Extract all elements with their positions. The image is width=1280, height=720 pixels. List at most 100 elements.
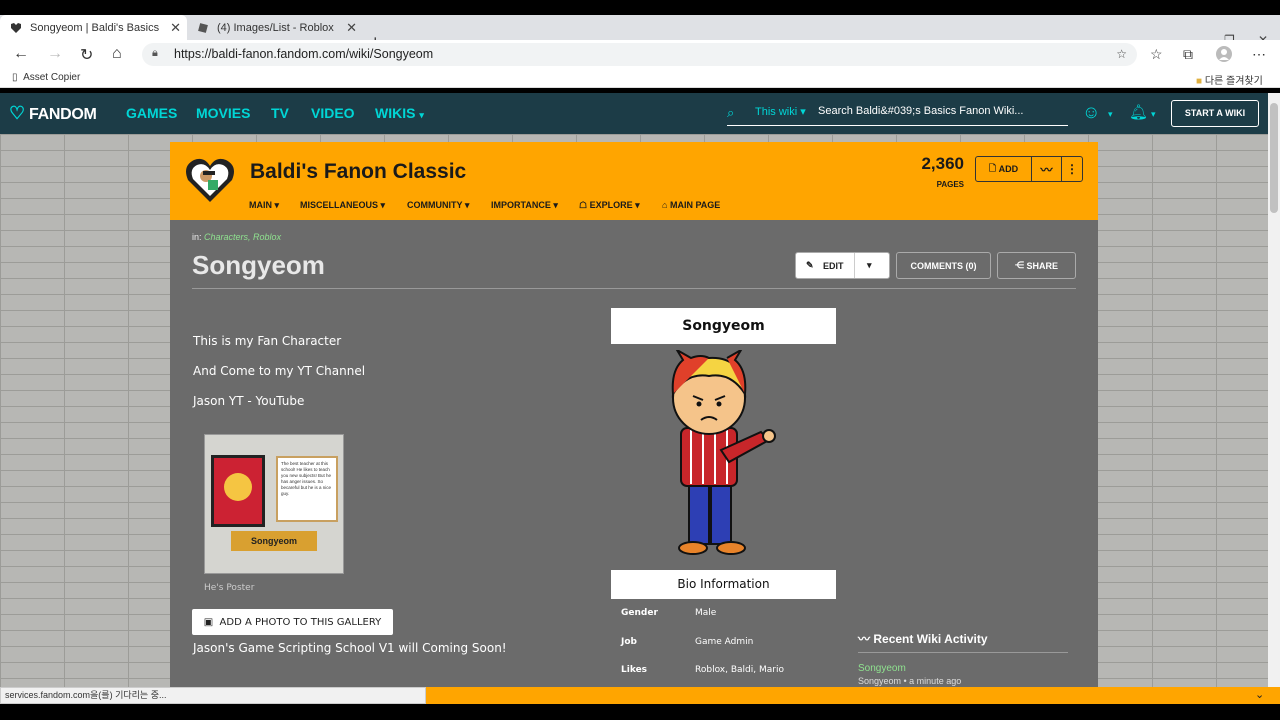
activity-item-meta: Songyeom • a minute ago [858, 676, 962, 686]
bell-icon[interactable]: 🔔︎ [1129, 103, 1148, 121]
wiki-nav-miscellaneous[interactable]: MISCELLANEOUS ▾ [300, 200, 385, 211]
recent-activity: 〰 Recent Wiki Activity Songyeom Songyeom… [858, 630, 1068, 686]
roblox-favicon-icon [197, 22, 209, 34]
search-scope-dropdown[interactable]: This wiki ▾ [755, 105, 806, 118]
wiki-nav-main-page[interactable]: ⌂ MAIN PAGE [662, 200, 720, 210]
footer-note: Jason's Game Scripting School V1 will Co… [193, 641, 507, 655]
wiki-nav-explore[interactable]: ☖ EXPLORE ▾ [579, 200, 640, 211]
nav-wikis[interactable]: WIKIS ▾ [375, 105, 424, 121]
recent-activity-heading: 〰 Recent Wiki Activity [858, 630, 1068, 653]
chevron-down-icon: ▾ [419, 110, 424, 120]
character-image[interactable] [611, 347, 836, 566]
more-options-button[interactable]: ⋮ [1062, 157, 1082, 181]
url-text: https://baldi-fanon.fandom.com/wiki/Song… [174, 47, 434, 61]
add-button[interactable]: 🗋︎ ADD [976, 157, 1032, 181]
breadcrumb: in: Characters, Roblox [192, 232, 282, 242]
add-photo-button[interactable]: ▣ ADD A PHOTO TO THIS GALLERY [192, 609, 393, 635]
page-scrollbar[interactable] [1268, 93, 1280, 687]
forward-icon[interactable]: → [47, 45, 63, 63]
favorites-icon[interactable]: ☆ [1150, 46, 1163, 63]
comments-button[interactable]: COMMENTS (0) [896, 252, 991, 279]
nav-tv[interactable]: TV [271, 105, 289, 121]
share-icon: ⋲ [1014, 260, 1024, 270]
poster-name: Songyeom [250, 536, 297, 546]
user-icon[interactable]: ☺ [1082, 102, 1100, 123]
chevron-down-icon[interactable]: ⌄ [1255, 688, 1264, 701]
favorite-asset-copier[interactable]: ▯ Asset Copier [12, 72, 80, 83]
bottom-bar: services.fandom.com을(를) 기다리는 중... ⌄ [0, 687, 1280, 704]
wiki-actions: 🗋︎ ADD 〰 ⋮ [975, 156, 1083, 182]
infobox-section-header: Bio Information [611, 570, 836, 599]
pencil-icon: ✎ [806, 260, 814, 270]
youtube-link[interactable]: Jason YT - YouTube [193, 394, 304, 408]
fandom-global-nav: ♡ FANDOM GAMES MOVIES TV VIDEO WIKIS ▾ ⌕… [0, 93, 1268, 134]
activity-icon: 〰 [1040, 162, 1053, 177]
refresh-icon[interactable]: ↻ [80, 45, 93, 65]
image-icon: ▣ [203, 616, 214, 628]
divider [854, 253, 855, 278]
nav-video[interactable]: VIDEO [311, 105, 355, 121]
profile-icon[interactable] [1216, 46, 1232, 65]
wiki-nav-importance[interactable]: IMPORTANCE ▾ [491, 200, 558, 211]
folder-icon: ■ [1196, 76, 1203, 87]
add-page-icon: 🗋︎ [988, 163, 997, 173]
infobox-key: Gender [621, 608, 658, 618]
status-text: services.fandom.com을(를) 기다리는 중... [0, 687, 426, 704]
wiki-title[interactable]: Baldi's Fanon Classic [250, 160, 466, 184]
other-favorites[interactable]: ■ 다른 즐겨찾기 [1196, 72, 1263, 87]
search-input[interactable]: Search Baldi&#039;s Basics Fanon Wiki... [818, 105, 1023, 117]
activity-icon: 〰 [858, 632, 871, 646]
explore-icon: ☖ [579, 200, 588, 210]
tab-roblox[interactable]: (4) Images/List - Roblox ✕ [187, 15, 363, 40]
edit-button[interactable]: ✎ EDIT ▾ [795, 252, 890, 279]
activity-item-link[interactable]: Songyeom [858, 663, 1068, 674]
article-content: in: Characters, Roblox Songyeom ✎ EDIT ▾… [170, 220, 1098, 687]
back-icon[interactable]: ← [13, 45, 29, 63]
infobox-key: Likes [621, 665, 648, 675]
chevron-down-icon[interactable]: ▾ [1108, 109, 1113, 120]
wiki-header: Baldi's Fanon Classic MAIN ▾ MISCELLANEO… [170, 142, 1098, 220]
add-favorite-icon[interactable]: ☆ [1116, 47, 1127, 61]
url-field[interactable]: 🔒︎ https://baldi-fanon.fandom.com/wiki/S… [142, 43, 1137, 66]
top-edge [0, 0, 1280, 15]
kebab-menu-icon: ⋮ [1066, 162, 1078, 176]
address-bar-row: ← → ↻ ⌂ 🔒︎ https://baldi-fanon.fandom.co… [0, 40, 1280, 69]
close-tab-icon[interactable]: ✕ [170, 20, 181, 36]
nav-games[interactable]: GAMES [126, 105, 177, 121]
tab-bar: Songyeom | Baldi's Basics Fanon ✕ (4) Im… [0, 15, 1280, 52]
collections-icon[interactable]: ⧉ [1183, 46, 1193, 63]
wiki-logo[interactable] [184, 156, 236, 204]
infobox-title: Songyeom [611, 308, 836, 344]
fandom-favicon-icon [10, 22, 22, 34]
scroll-thumb[interactable] [1270, 103, 1278, 213]
lock-icon[interactable]: 🔒︎ [152, 47, 158, 60]
wiki-nav-community[interactable]: COMMUNITY ▾ [407, 200, 469, 211]
close-tab-icon[interactable]: ✕ [346, 20, 357, 36]
page-title: Songyeom [192, 250, 325, 280]
more-icon[interactable]: ⋯ [1252, 46, 1266, 63]
search-icon[interactable]: ⌕ [727, 105, 734, 121]
wiki-nav-main[interactable]: MAIN ▾ [249, 200, 279, 211]
tab-title: (4) Images/List - Roblox [217, 21, 334, 34]
infobox-key: Job [621, 637, 637, 647]
share-button[interactable]: ⋲ SHARE [997, 252, 1076, 279]
search-box[interactable]: ⌕ This wiki ▾ Search Baldi&#039;s Basics… [727, 101, 1068, 126]
favorites-bar: ▯ Asset Copier ■ 다른 즐겨찾기 [0, 69, 1280, 88]
fandom-logo[interactable]: ♡ FANDOM [9, 103, 97, 124]
infobox-value: Male [695, 608, 717, 618]
browser-window: Songyeom | Baldi's Basics Fanon ✕ (4) Im… [0, 0, 1280, 720]
tab-title: Songyeom | Baldi's Basics Fanon [30, 21, 160, 34]
start-a-wiki-button[interactable]: START A WIKI [1171, 100, 1259, 127]
category-links[interactable]: Characters, Roblox [204, 232, 281, 242]
edit-dropdown-icon[interactable]: ▾ [867, 260, 872, 271]
tab-songyeom[interactable]: Songyeom | Baldi's Basics Fanon ✕ [0, 15, 187, 40]
nav-movies[interactable]: MOVIES [196, 105, 250, 121]
home-icon: ⌂ [662, 200, 668, 210]
gallery-image[interactable]: The best teacher at this school! He like… [204, 434, 344, 574]
chevron-down-icon[interactable]: ▾ [1151, 109, 1156, 120]
poster-text: The best teacher at this school! He like… [281, 461, 332, 496]
paragraph: This is my Fan Character [193, 334, 342, 348]
activity-button[interactable]: 〰 [1032, 157, 1062, 181]
bottom-edge [0, 704, 1280, 720]
home-icon[interactable]: ⌂ [112, 45, 122, 63]
